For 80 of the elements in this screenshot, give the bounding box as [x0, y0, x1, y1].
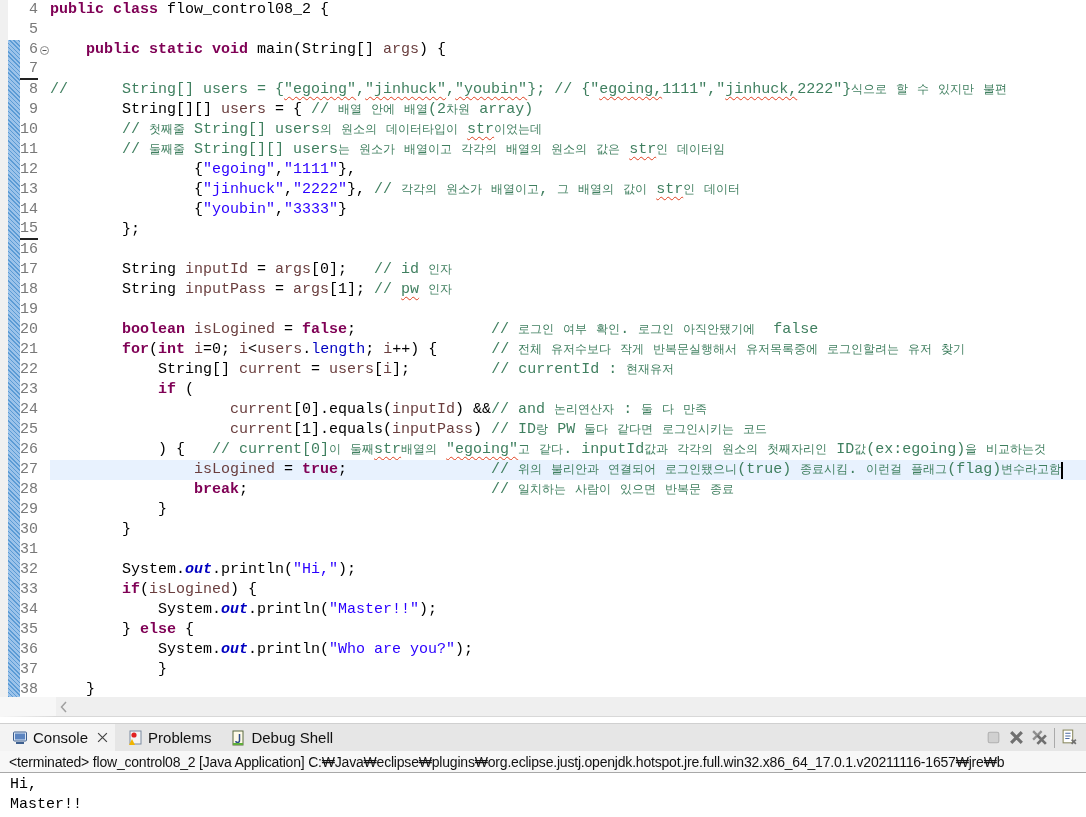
line-number: 8: [28, 81, 38, 99]
panel-tab[interactable]: Debug Shell: [218, 724, 341, 751]
code-line: // 첫째줄 String[] users의 원소의 데이터타입이 str이었는데: [121, 120, 543, 140]
line-number: 33: [19, 581, 38, 599]
code-line: String inputPass = args[1]; // pw 인자: [121, 280, 453, 300]
line-number: 22: [19, 361, 38, 379]
code-line: boolean isLogined = false; // 로그인 여부 확인. 로그인 아직안됐기에 false: [121, 320, 819, 340]
line-number: 30: [19, 521, 38, 539]
horizontal-scrollbar[interactable]: [0, 697, 1086, 717]
line-number: 38: [19, 681, 38, 697]
double-x-icon[interactable]: [1031, 729, 1048, 746]
code-line: // String[] users = {"egoing","jinhuck","youbin"}; // {"egoing,1111","jinhuck,2222"}식으로 할 수 있지만 불편: [50, 80, 1008, 100]
line-number: 36: [19, 641, 38, 659]
line-number: 11: [19, 141, 38, 159]
collapse-icon[interactable]: [39, 45, 49, 55]
code-line: {"egoing","1111"},: [193, 160, 357, 180]
line-number: 31: [19, 541, 38, 559]
problems-icon: [127, 729, 144, 746]
process-label: <terminated> flow_control08_2 [Java Application] C:₩Java₩eclipse₩plugins₩org.eclipse.justj.openjdk.hotspot.jre.full.win32.x86_64_17.0.1.v20211116-1657₩jre₩b: [9, 753, 1005, 770]
console-output: Master!!: [10, 795, 82, 815]
console-output: Hi,: [10, 775, 37, 795]
line-number: 23: [19, 381, 38, 399]
code-line: {"youbin","3333"}: [193, 200, 348, 220]
code-line: isLogined = true; // 위의 불리안과 연결되어 로그인됐으니(true) 종료시킴. 이런걸 플래그(flag)변수라고함: [193, 460, 1062, 480]
close-icon[interactable]: [97, 732, 109, 743]
scroll-left-icon[interactable]: [60, 700, 68, 713]
line-number: 37: [19, 661, 38, 679]
code-line: if (: [157, 380, 195, 400]
code-line: if(isLogined) {: [121, 580, 258, 600]
code-line: }: [85, 680, 95, 697]
code-line: }: [157, 500, 168, 520]
code-line: String inputId = args[0]; // id 인자: [121, 260, 453, 280]
code-line: ) { // current[0]이 둘째str배열의 "egoing"고 같다. inputId값과 각각의 원소의 첫째자리인 ID값(ex:egoing)을 비교하는것: [157, 440, 1047, 460]
line-number: 4: [28, 1, 38, 19]
clear-document-icon[interactable]: [1061, 729, 1078, 746]
line-number: 34: [19, 601, 38, 619]
line-number: 24: [19, 401, 38, 419]
line-number: 13: [19, 181, 38, 199]
code-line: System.out.println("Hi,");: [121, 560, 357, 580]
line-number: 28: [19, 481, 38, 499]
line-number: 27: [19, 461, 38, 479]
code-line: String[][] users = { // 배열 안에 배열(2차원 array): [121, 100, 534, 120]
line-number: 6: [28, 41, 38, 59]
code-line: }: [121, 520, 131, 540]
x-icon[interactable]: [1008, 729, 1025, 746]
line-number: 18: [19, 281, 38, 299]
code-line: } else {: [121, 620, 195, 640]
line-number: 5: [28, 21, 38, 39]
code-line: }: [157, 660, 168, 680]
line-number: 16: [19, 241, 38, 259]
line-number: 14: [19, 201, 38, 219]
line-number: 19: [19, 301, 38, 319]
code-line: public class flow_control08_2 {: [50, 0, 330, 20]
code-line: String[] current = users[i]; // currentId : 현재유저: [157, 360, 675, 380]
line-number: 17: [19, 261, 38, 279]
panel-tab[interactable]: Console: [0, 724, 116, 751]
line-number: 35: [19, 621, 38, 639]
java-file-icon: [230, 729, 247, 746]
text-cursor: [1061, 461, 1064, 479]
line-number: 29: [19, 501, 38, 519]
code-line: };: [121, 220, 140, 240]
line-number: 9: [28, 101, 38, 119]
line-number: 21: [19, 341, 38, 359]
code-line: {"jinhuck","2222"}, // 각각의 원소가 배열이고, 그 배열의 값이 str인 데이터: [193, 180, 741, 200]
code-line: current[0].equals(inputId) &&// and 논리연산자 : 둘 다 만족: [229, 400, 708, 420]
line-number: 32: [19, 561, 38, 579]
line-number: 10: [19, 121, 38, 139]
line-number: 12: [19, 161, 38, 179]
line-number: 20: [19, 321, 38, 339]
line-number: 25: [19, 421, 38, 439]
code-line: // 둘째줄 String[][] users는 원소가 배열이고 각각의 배열의 원소의 값은 str인 데이터임: [121, 140, 726, 160]
panel-tab[interactable]: Problems: [115, 724, 219, 751]
code-line: public static void main(String[] args) {: [85, 40, 447, 60]
code-line: System.out.println("Master!!");: [157, 600, 438, 620]
code-line: for(int i=0; i<users.length; i++) { // 전체 유저수보다 작게 반복문실행해서 유저목록중에 로그인할려는 유저 찾기: [121, 340, 966, 360]
monitor-icon: [12, 729, 28, 746]
code-line: current[1].equals(inputPass) // ID랑 PW 둘다 같다면 로그인시키는 코드: [229, 420, 768, 440]
line-number: 26: [19, 441, 38, 459]
code-line: System.out.println("Who are you?");: [157, 640, 474, 660]
code-line: break; // 일치하는 사람이 있으면 반복문 종료: [193, 480, 735, 500]
